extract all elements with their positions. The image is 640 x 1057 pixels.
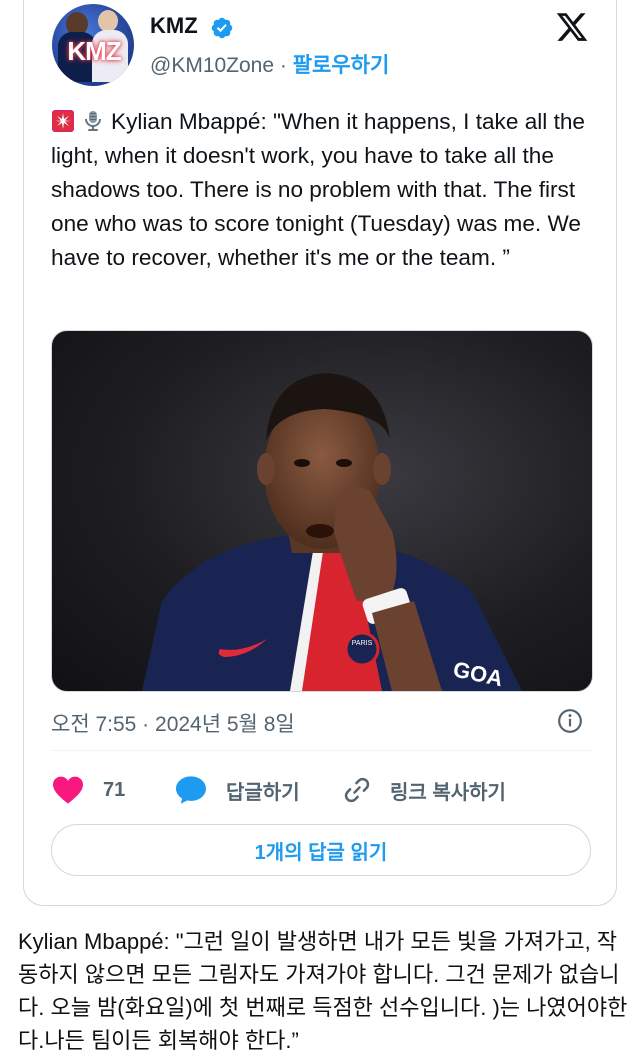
handle-row: @KM10Zone · 팔로우하기 bbox=[150, 49, 389, 79]
copy-link-label: 링크 복사하기 bbox=[390, 781, 506, 804]
tweet-body: Kylian Mbappé: "When it happens, I take … bbox=[51, 109, 585, 270]
microphone-emoji-icon bbox=[85, 111, 101, 131]
read-replies-button[interactable]: 1개의 답글 읽기 bbox=[51, 824, 591, 876]
reply-label: 답글하기 bbox=[226, 781, 300, 804]
handle-separator: · bbox=[274, 54, 293, 77]
author-name[interactable]: KMZ bbox=[150, 13, 198, 39]
jersey-badge-text: PARIS bbox=[352, 640, 373, 647]
reply-bubble-icon bbox=[176, 776, 206, 804]
divider bbox=[51, 750, 591, 751]
tweet-text: Kylian Mbappé: "When it happens, I take … bbox=[51, 105, 599, 274]
tweet-photo[interactable]: PARIS GOA bbox=[51, 330, 593, 692]
like-button[interactable]: 71 bbox=[51, 772, 125, 808]
siren-emoji-icon bbox=[52, 110, 74, 132]
x-logo-icon[interactable] bbox=[554, 10, 590, 44]
copy-link-button[interactable]: 링크 복사하기 bbox=[342, 772, 506, 808]
mbappe-photo-illustration: PARIS GOA bbox=[142, 373, 522, 691]
translation-text: Kylian Mbappé: "그런 일이 발생하면 내가 모든 빛을 가져가고… bbox=[18, 929, 628, 1053]
reply-button[interactable]: 답글하기 bbox=[174, 772, 300, 808]
follow-button[interactable]: 팔로우하기 bbox=[293, 54, 390, 77]
author-handle[interactable]: @KM10Zone bbox=[150, 54, 274, 77]
verified-badge-icon bbox=[211, 17, 233, 39]
avatar[interactable]: KMZ bbox=[52, 4, 134, 86]
info-icon[interactable] bbox=[557, 708, 583, 734]
like-count: 71 bbox=[103, 778, 126, 801]
tweet-timestamp[interactable]: 오전 7:55 · 2024년 5월 8일 bbox=[51, 708, 295, 738]
heart-icon bbox=[53, 776, 83, 804]
tweet-card: KMZ KMZ @KM10Zone · 팔로우하기 Kylian Mbappé:… bbox=[23, 0, 617, 906]
link-icon bbox=[344, 777, 370, 803]
avatar-logo: KMZ bbox=[67, 36, 121, 66]
